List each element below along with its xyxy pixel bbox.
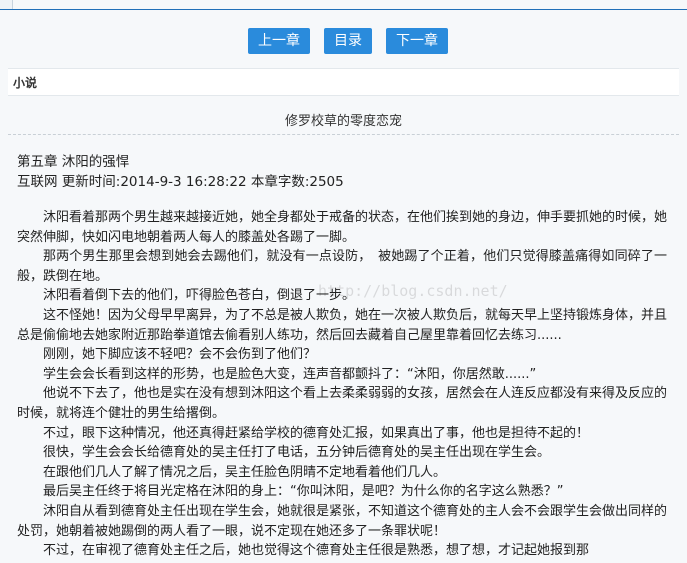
reader-page: 上一章 目录 下一章 小说 修罗校草的零度恋宠 第五章 沐阳的强悍 互联网 更新… <box>0 10 687 563</box>
table-of-contents-button[interactable]: 目录 <box>324 28 372 54</box>
section-header: 小说 <box>8 68 679 96</box>
content-paragraph: 在跟他们几人了解了情况之后，吴主任脸色阴晴不定地看着他们几人。 <box>43 464 447 480</box>
content-paragraph: 沐阳看着倒下去的他们，吓得脸色苍白，倒退了一步。 <box>43 288 356 304</box>
section-label[interactable]: 小说 <box>13 74 37 91</box>
book-title: 修罗校草的零度恋宠 <box>284 114 402 129</box>
content-paragraph: 沐阳看着那两个男生越来越接近她，她全身都处于戒备的状态，在他们挨到她的身边，伸手… <box>17 210 668 245</box>
top-bar <box>0 0 687 10</box>
chapter-nav: 上一章 目录 下一章 <box>0 28 687 54</box>
content-paragraph: 刚刚，她下脚应该不轻吧？会不会伤到了他们？ <box>43 347 317 363</box>
chapter-content: 沐阳看着那两个男生越来越接近她，她全身都处于戒备的状态，在他们挨到她的身边，伸手… <box>17 208 667 561</box>
dashed-divider <box>8 134 679 135</box>
content-paragraph: 这不怪她！因为父母早早离异，为了不总是被人欺负，她在一次被人欺负后，就每天早上坚… <box>17 307 668 343</box>
next-chapter-button[interactable]: 下一章 <box>386 28 448 54</box>
chapter-meta: 互联网 更新时间:2014-9-3 16:28:22 本章字数:2505 <box>17 174 344 190</box>
content-paragraph: 不过，在审视了德育处主任之后，她也觉得这个德育处主任很是熟悉，想了想，才记起她报… <box>43 543 590 559</box>
top-bar-corner <box>0 0 13 9</box>
content-paragraph: 学生会会长看到这样的形势，也是脸色大变，连声音都颤抖了：“沐阳，你居然敢....… <box>43 366 537 382</box>
content-paragraph: 最后吴主任终于将目光定格在沐阳的身上：“你叫沐阳，是吧？为什么你的名字这么熟悉？… <box>43 484 564 500</box>
chapter-title: 第五章 沐阳的强悍 <box>17 154 130 170</box>
content-paragraph: 沐阳自从看到德育处主任出现在学生会，她就很是紧张，不知道这个德育处的主人会不会跟… <box>17 503 668 539</box>
content-paragraph: 不过，眼下这种情况，他还真得赶紧给学校的德育处汇报，如果真出了事，他也是担待不起… <box>43 425 590 441</box>
content-paragraph: 他说不下去了，他也是实在没有想到沐阳这个看上去柔柔弱弱的女孩，居然会在人连反应都… <box>17 386 668 421</box>
content-paragraph: 那两个男生那里会想到她会去踢他们，就没有一点设防， 被她踢了个正着，他们只觉得膝… <box>17 249 667 284</box>
prev-chapter-button[interactable]: 上一章 <box>248 28 310 54</box>
content-paragraph: 很快，学生会会长给德育处的吴主任打了电话，五分钟后德育处的吴主任出现在学生会。 <box>43 445 551 461</box>
